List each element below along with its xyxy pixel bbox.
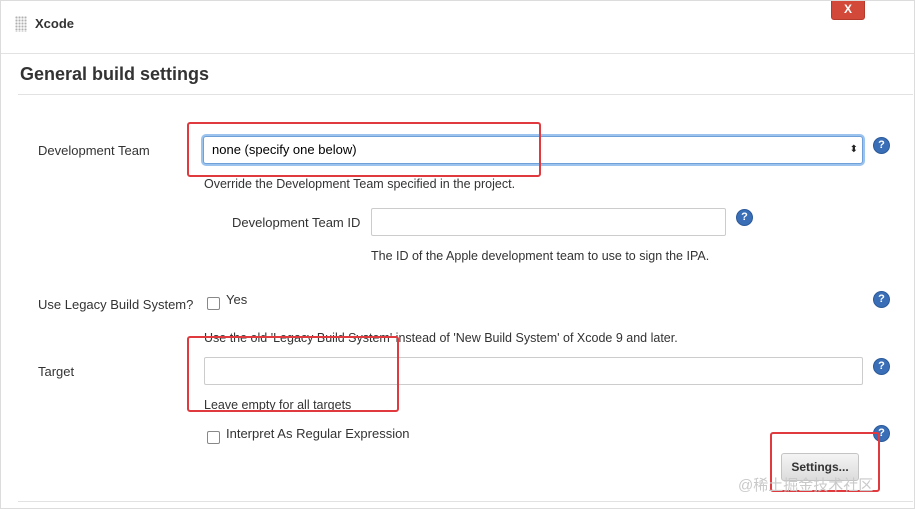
development-team-id-description: The ID of the Apple development team to … (371, 249, 710, 263)
target-label: Target (38, 364, 75, 379)
drag-handle-icon[interactable] (15, 16, 27, 32)
development-team-description: Override the Development Team specified … (204, 177, 516, 191)
legacy-build-help-icon[interactable]: ? (873, 291, 890, 308)
delete-step-button[interactable]: X (831, 1, 865, 20)
target-help-icon[interactable]: ? (873, 358, 890, 375)
development-team-id-help-icon[interactable]: ? (736, 209, 753, 226)
regex-checkbox[interactable] (207, 431, 220, 444)
select-arrows-icon: ⬍ (849, 144, 858, 155)
highlight-box-development-team (187, 122, 541, 177)
panel-header: Xcode (1, 1, 914, 54)
section-divider (18, 94, 913, 95)
panel-title: Xcode (35, 16, 75, 31)
development-team-label: Development Team (38, 143, 150, 158)
section-title: General build settings (20, 64, 210, 84)
development-team-id-input[interactable] (371, 208, 726, 236)
development-team-help-icon[interactable]: ? (873, 137, 890, 154)
legacy-build-label: Use Legacy Build System? (38, 297, 194, 312)
regex-checkbox-label[interactable]: Interpret As Regular Expression (226, 426, 410, 441)
legacy-build-checkbox-label[interactable]: Yes (226, 292, 247, 307)
watermark-text: @稀土掘金技术社区 (738, 477, 874, 494)
development-team-id-label: Development Team ID (232, 215, 361, 230)
bottom-divider (18, 501, 913, 502)
legacy-build-checkbox[interactable] (207, 297, 220, 310)
highlight-box-target (187, 336, 399, 412)
